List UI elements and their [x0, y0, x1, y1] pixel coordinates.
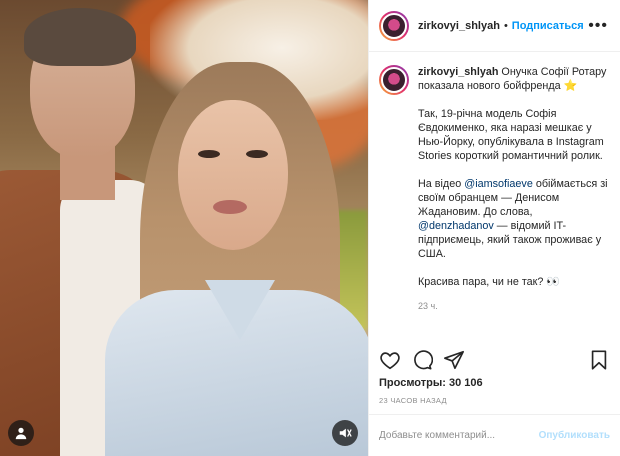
publish-button[interactable]: Опубликовать	[539, 430, 610, 441]
caption-text-segment: Красива пара, чи не так?	[418, 276, 544, 288]
separator-dot: •	[503, 19, 508, 32]
share-icon[interactable]	[443, 349, 465, 371]
woman-eye	[198, 150, 220, 158]
woman-eye	[246, 150, 268, 158]
mention-link[interactable]: @denzhadanov	[418, 220, 494, 232]
add-comment-bar: Опубликовать	[369, 414, 620, 456]
header-username[interactable]: zirkovyi_shlyah	[418, 20, 500, 32]
caption-row: zirkovyi_shlyah Онучка Софії Ротару пока…	[379, 65, 608, 313]
caption-time[interactable]: 23 ч.	[418, 299, 608, 313]
comment-icon[interactable]	[411, 349, 434, 371]
mention-link[interactable]: @iamsofiaeve	[464, 178, 533, 190]
avatar[interactable]	[379, 65, 409, 95]
sound-icon[interactable]	[332, 420, 358, 446]
post-header: zirkovyi_shlyah • Подписаться •••	[369, 0, 620, 52]
action-bar	[369, 345, 620, 375]
follow-button[interactable]: Подписаться	[512, 20, 584, 32]
woman-lips	[213, 200, 247, 214]
user-tag-icon[interactable]	[8, 420, 34, 446]
eyes-emoji-icon: 👀	[546, 276, 561, 288]
star-icon: ⭐	[563, 80, 578, 92]
post-media[interactable]	[0, 0, 368, 456]
views-label: Просмотры:	[379, 377, 446, 389]
post-sidebar: zirkovyi_shlyah • Подписаться ••• zirkov…	[368, 0, 620, 456]
comments-area[interactable]: zirkovyi_shlyah Онучка Софії Ротару пока…	[369, 53, 620, 343]
caption-text: zirkovyi_shlyah Онучка Софії Ротару пока…	[418, 65, 608, 313]
caption-paragraph-2: На відео @iamsofiaeve обіймається зі сво…	[418, 177, 608, 261]
bookmark-icon[interactable]	[588, 349, 610, 371]
woman-face	[178, 100, 288, 250]
man-hair	[24, 8, 136, 66]
caption-username[interactable]: zirkovyi_shlyah	[418, 66, 498, 78]
comment-input[interactable]	[379, 430, 539, 441]
caption-paragraph-1: Так, 19-річна модель Софія Євдокименко, …	[418, 108, 604, 162]
posted-time[interactable]: 23 часов назад	[379, 396, 447, 405]
caption-paragraph-3: Красива пара, чи не так? 👀	[418, 275, 608, 289]
heart-icon[interactable]	[379, 349, 401, 371]
avatar[interactable]	[379, 10, 409, 41]
caption-text-segment: На відео	[418, 178, 465, 190]
views-value: 30 106	[448, 377, 483, 389]
views-count[interactable]: Просмотры: 30 106	[379, 377, 483, 389]
more-options-icon[interactable]: •••	[588, 17, 608, 35]
